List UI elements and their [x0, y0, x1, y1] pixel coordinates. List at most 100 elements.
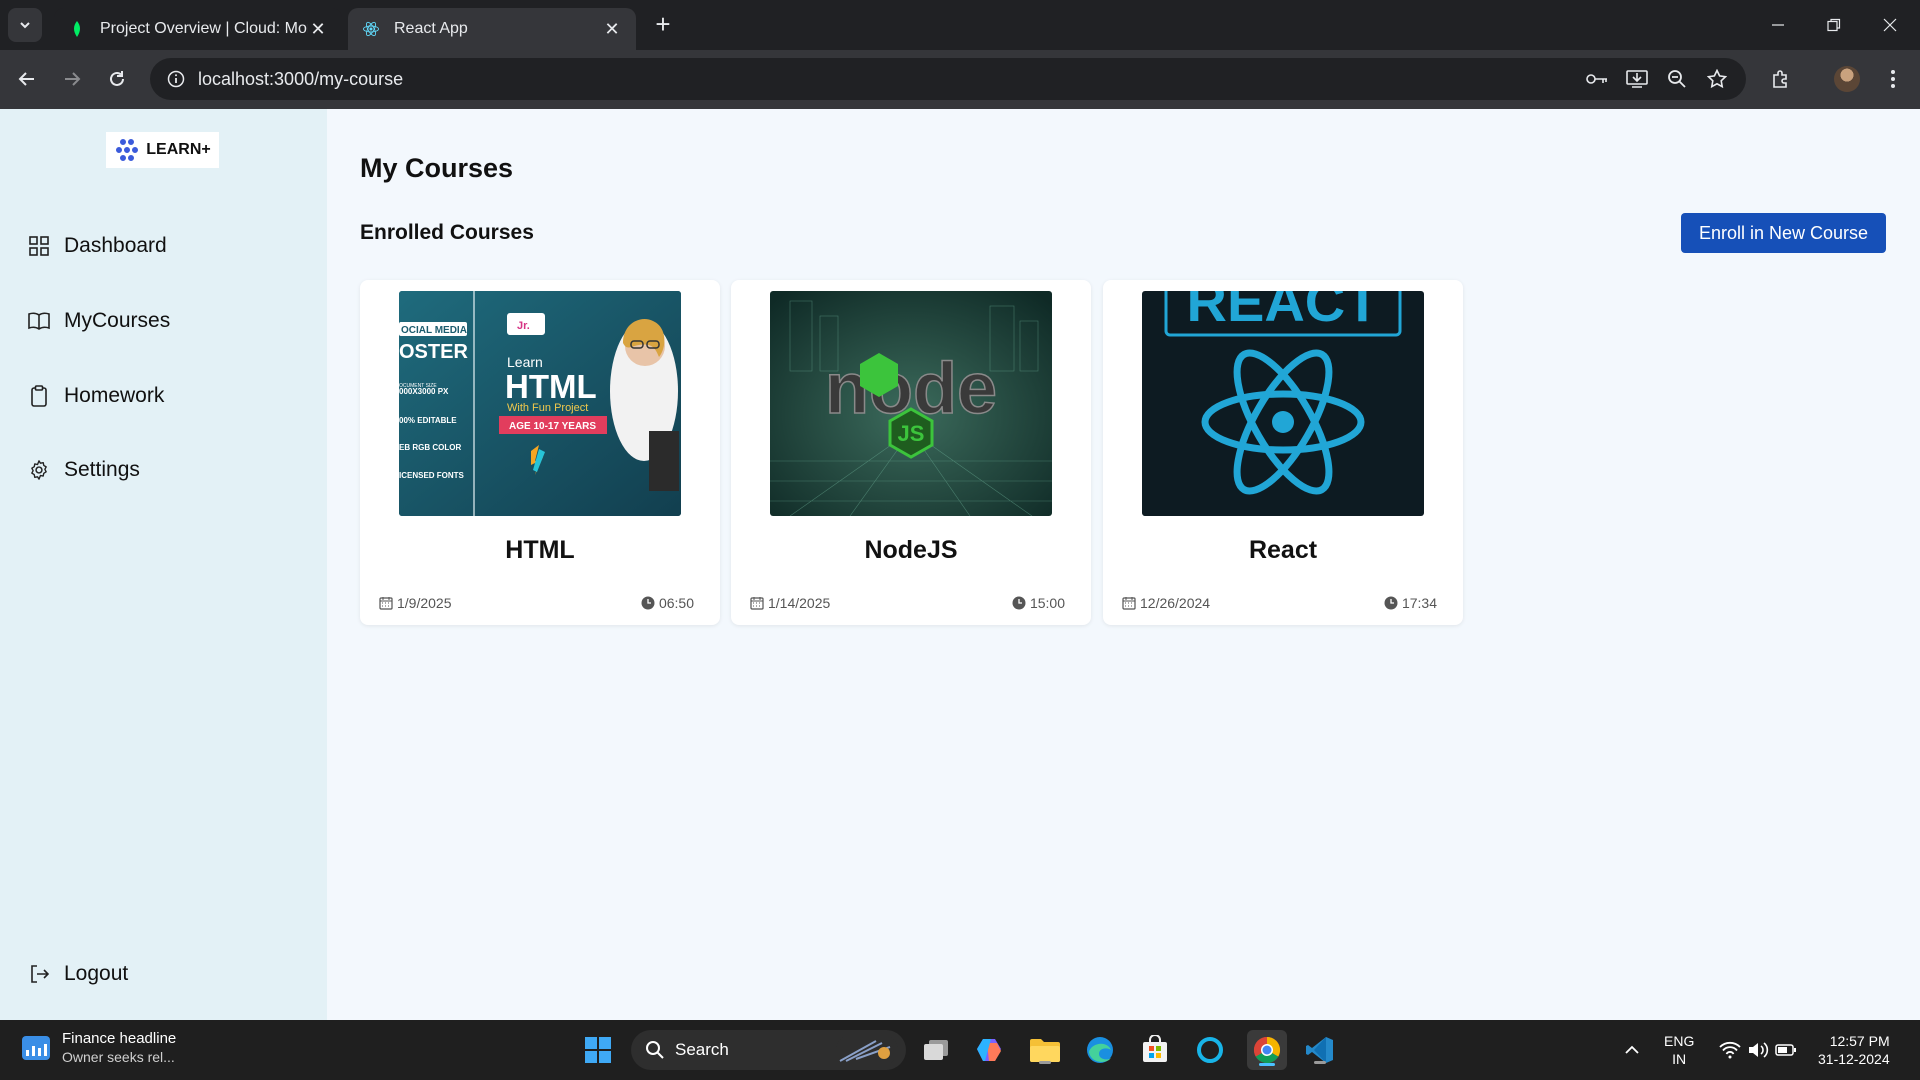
calendar-icon	[1122, 597, 1136, 610]
sidebar-item-label: MyCourses	[64, 309, 171, 332]
store-icon	[1143, 1035, 1167, 1062]
clipboard-icon	[28, 385, 50, 407]
logout-button[interactable]: Logout	[28, 959, 128, 989]
date-text: 1/14/2025	[768, 595, 831, 611]
chrome-button[interactable]	[1247, 1030, 1287, 1070]
course-title: NodeJS	[864, 536, 958, 564]
vscode-button[interactable]	[1302, 1032, 1338, 1068]
thumb-text: 00% EDITABLE	[399, 416, 457, 425]
clock-icon	[1012, 596, 1026, 610]
course-card-react[interactable]: REACT React 12/26/2024 17:34	[1103, 280, 1463, 625]
password-key-icon[interactable]	[1580, 62, 1614, 96]
chrome-menu-button[interactable]	[1876, 62, 1910, 96]
task-view-button[interactable]	[918, 1032, 954, 1068]
edge-button[interactable]	[1082, 1032, 1118, 1068]
close-icon[interactable]: ✕	[602, 19, 622, 39]
thumb-text: JS	[898, 421, 925, 446]
course-thumbnail: node JS	[770, 291, 1052, 516]
clock-icon	[1384, 596, 1398, 610]
thumb-text: With Fun Project	[507, 402, 588, 414]
close-icon[interactable]: ✕	[308, 19, 328, 39]
tab-search-button[interactable]	[8, 8, 42, 42]
browser-tab-bar: Project Overview | Cloud: Mong ✕ React A…	[0, 0, 1920, 50]
minimize-icon	[1772, 24, 1784, 26]
start-button[interactable]	[580, 1032, 616, 1068]
sidebar-item-label: Homework	[64, 384, 165, 407]
thumb-text: REACT	[1187, 291, 1380, 333]
sidebar: LEARN+ Dashboard MyCourses Homework Sett…	[0, 109, 327, 1020]
store-button[interactable]	[1137, 1032, 1173, 1068]
restore-icon	[1827, 18, 1841, 32]
region-code: IN	[1672, 1051, 1687, 1067]
main-content: My Courses Enrolled Courses Enroll in Ne…	[327, 109, 1920, 1020]
edge-icon	[1087, 1037, 1113, 1063]
calendar-icon	[750, 597, 764, 610]
enroll-new-course-button[interactable]: Enroll in New Course	[1681, 213, 1886, 253]
reload-button[interactable]	[100, 62, 134, 96]
sidebar-item-homework[interactable]: Homework	[28, 381, 164, 411]
taskbar-search[interactable]: Search	[631, 1030, 906, 1070]
section-title: Enrolled Courses	[360, 221, 534, 244]
clock-icon	[641, 596, 655, 610]
widget-title: Finance headline	[62, 1030, 177, 1047]
clock[interactable]: 12:57 PM 31-12-2024	[1818, 1032, 1890, 1068]
cortana-ring-icon	[1197, 1037, 1223, 1063]
finance-chart-icon	[22, 1035, 50, 1060]
address-bar[interactable]: localhost:3000/my-course	[150, 58, 1746, 100]
duration-text: 06:50	[658, 595, 694, 611]
forward-button[interactable]	[55, 62, 89, 96]
close-window-button[interactable]	[1870, 8, 1910, 42]
course-card-html[interactable]: OCIAL MEDIA OSTER OCUMENT SIZE 000X3000 …	[360, 280, 720, 625]
logo[interactable]: LEARN+	[106, 132, 219, 168]
battery-icon	[1775, 1044, 1796, 1056]
bookmark-star-icon[interactable]	[1700, 62, 1734, 96]
copilot-icon	[977, 1039, 1001, 1061]
sidebar-item-settings[interactable]: Settings	[28, 455, 140, 485]
tab-react-app[interactable]: React App ✕	[348, 8, 636, 50]
chrome-icon	[1253, 1036, 1281, 1064]
thumb-text: ICENSED FONTS	[399, 471, 465, 480]
file-explorer-button[interactable]	[1027, 1032, 1063, 1068]
task-view-icon	[924, 1040, 948, 1060]
url-text: localhost:3000/my-course	[198, 68, 404, 89]
running-indicator	[1314, 1061, 1326, 1064]
arrow-right-icon	[65, 72, 81, 86]
copilot-button[interactable]	[972, 1032, 1008, 1068]
thumb-text: EB RGB COLOR	[399, 443, 461, 452]
course-duration: 17:34	[1384, 595, 1437, 611]
thumb-text: OCIAL MEDIA	[401, 325, 467, 336]
course-duration: 06:50	[641, 595, 694, 611]
logout-label: Logout	[64, 962, 129, 985]
system-tray-button[interactable]	[1710, 1032, 1806, 1068]
thumb-text: AGE 10-17 YEARS	[509, 421, 596, 432]
course-date: 1/14/2025	[750, 595, 830, 611]
zoom-icon[interactable]	[1660, 62, 1694, 96]
tab-project-overview[interactable]: Project Overview | Cloud: Mong ✕	[54, 8, 342, 50]
widgets-button[interactable]: Finance headline Owner seeks rel...	[22, 1030, 176, 1065]
sidebar-item-mycourses[interactable]: MyCourses	[28, 306, 170, 336]
wifi-icon	[1719, 1041, 1741, 1059]
language-indicator[interactable]: ENG IN	[1664, 1032, 1694, 1068]
browser-toolbar: localhost:3000/my-course	[0, 50, 1920, 109]
minimize-button[interactable]	[1758, 8, 1798, 42]
new-tab-button[interactable]: +	[650, 11, 676, 38]
tab-title: React App	[394, 20, 468, 37]
running-indicator	[1039, 1061, 1051, 1064]
thumb-text: HTML	[505, 368, 597, 405]
profile-button[interactable]	[1830, 62, 1864, 96]
course-card-nodejs[interactable]: node JS NodeJS 1/14/2025 15:00	[731, 280, 1091, 625]
restore-button[interactable]	[1814, 8, 1854, 42]
back-button[interactable]	[10, 62, 44, 96]
avatar	[1834, 66, 1860, 92]
grid-icon	[28, 235, 50, 257]
course-date: 12/26/2024	[1122, 595, 1210, 611]
search-highlight-icon	[836, 1035, 898, 1065]
site-info-icon[interactable]	[154, 70, 198, 88]
show-hidden-icons-button[interactable]	[1614, 1032, 1650, 1068]
cortana-button[interactable]	[1192, 1032, 1228, 1068]
logo-icon	[116, 139, 139, 161]
sidebar-item-dashboard[interactable]: Dashboard	[28, 231, 167, 261]
extensions-button[interactable]	[1764, 62, 1798, 96]
install-app-icon[interactable]	[1620, 62, 1654, 96]
thumb-text: Jr.	[517, 320, 530, 332]
